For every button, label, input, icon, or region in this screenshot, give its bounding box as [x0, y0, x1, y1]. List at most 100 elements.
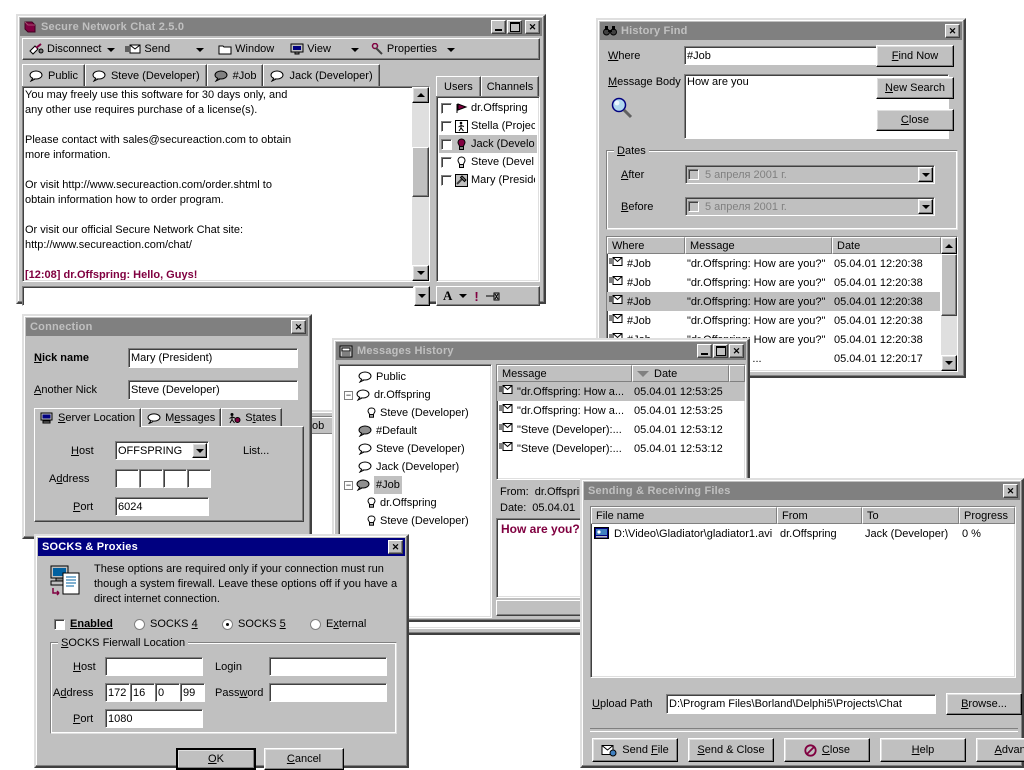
connection-tab-messages[interactable]: Messages — [141, 408, 222, 427]
user-checkbox[interactable] — [441, 138, 452, 150]
after-date-checkbox[interactable] — [688, 169, 699, 180]
table-row[interactable]: "dr.Offspring: How a... 05.04.01 12:53:2… — [497, 382, 745, 401]
results-scrollbar[interactable] — [941, 254, 957, 371]
grid-col-extra[interactable] — [729, 365, 745, 382]
history-find-window[interactable]: History Find ✕ Where #Job Message Body H… — [596, 18, 966, 378]
send-file-button[interactable]: Send File — [592, 738, 678, 762]
main-chat-window[interactable]: Secure Network Chat 2.5.0 ✕ Disconnect S… — [16, 14, 546, 306]
user-list-item[interactable]: Jack (Develo... — [439, 135, 537, 153]
chevron-down-icon[interactable] — [459, 294, 468, 298]
user-checkbox[interactable] — [441, 174, 452, 186]
side-tab-channels[interactable]: Channels — [480, 76, 540, 96]
connection-tab-states[interactable]: States — [221, 408, 283, 427]
results-col-date[interactable]: Date — [832, 237, 941, 254]
grid-col-message[interactable]: Message — [497, 365, 632, 382]
cancel-button[interactable]: Cancel — [264, 748, 344, 770]
results-scroll-up-button[interactable] — [941, 237, 957, 254]
toolbar-view[interactable]: View — [286, 43, 335, 55]
scroll-thumb[interactable] — [412, 147, 429, 197]
ok-button[interactable]: OK — [176, 748, 256, 770]
table-row[interactable]: #Job "dr.Offspring: How are you?" 05.04.… — [607, 311, 940, 330]
socks-address-octet-2[interactable]: 16 — [130, 683, 155, 702]
scroll-down-button[interactable] — [412, 265, 429, 281]
address-octet-1[interactable] — [115, 469, 139, 488]
side-tabs[interactable]: Users Channels — [436, 76, 540, 96]
toolbar-send[interactable]: Send — [121, 43, 174, 55]
toolbar-window[interactable]: Window — [214, 43, 278, 55]
files-col-from[interactable]: From — [777, 507, 862, 524]
port-input[interactable]: 6024 — [115, 497, 209, 516]
results-col-where[interactable]: Where — [607, 237, 685, 254]
before-date-checkbox[interactable] — [688, 201, 699, 212]
socks-address-octets[interactable]: 172 16 0 99 — [105, 683, 205, 702]
minimize-button[interactable] — [697, 344, 712, 358]
grid-col-date[interactable]: Date — [632, 365, 729, 382]
properties-dropdown-icon[interactable] — [447, 48, 456, 52]
results-col-message[interactable]: Message — [685, 237, 832, 254]
socks5-radio[interactable] — [222, 618, 233, 630]
minimize-button[interactable] — [491, 20, 506, 34]
external-radio[interactable] — [310, 618, 321, 630]
files-close-button[interactable]: ✕ — [1003, 484, 1018, 498]
socks-enabled-checkbox-row[interactable]: Enabled — [54, 618, 113, 630]
socks4-radio[interactable] — [134, 618, 145, 630]
help-button[interactable]: Help — [880, 738, 966, 762]
users-list[interactable]: dr.Offspring Stella (Project... Jack (De… — [436, 96, 540, 282]
socks4-radio-row[interactable]: SOCKS 4 — [134, 618, 198, 630]
chat-log-scrollbar[interactable] — [412, 87, 429, 281]
table-row[interactable]: #Job "dr.Offspring: How are you?" 05.04.… — [607, 292, 940, 311]
toolbar-disconnect[interactable]: Disconnect — [25, 42, 105, 56]
list-button[interactable]: List... — [243, 445, 269, 457]
files-col-to[interactable]: To — [862, 507, 959, 524]
chat-tab-job[interactable]: #Job — [206, 64, 264, 86]
tree-item[interactable]: #Default — [342, 422, 488, 440]
close-button[interactable]: ✕ — [525, 20, 540, 34]
table-row[interactable]: "Steve (Developer):... 05.04.01 12:53:12 — [497, 439, 745, 458]
message-input[interactable] — [22, 286, 414, 306]
socks5-radio-row[interactable]: SOCKS 5 — [222, 618, 286, 630]
user-list-item[interactable]: Stella (Project... — [439, 117, 537, 135]
address-octet-4[interactable] — [187, 469, 211, 488]
connection-tab-server-location[interactable]: Server Location — [34, 408, 142, 427]
address-octet-3[interactable] — [163, 469, 187, 488]
toolbar-properties[interactable]: Properties — [367, 42, 441, 55]
view-dropdown-icon[interactable] — [350, 48, 359, 52]
main-titlebar[interactable]: Secure Network Chat 2.5.0 ✕ — [20, 18, 542, 36]
user-checkbox[interactable] — [441, 102, 452, 114]
external-radio-row[interactable]: External — [310, 618, 366, 630]
host-dropdown[interactable] — [192, 443, 207, 458]
user-list-item[interactable]: dr.Offspring — [439, 99, 537, 117]
tree-expander-icon[interactable]: − — [344, 390, 353, 400]
send-and-close-button[interactable]: Send & Close — [688, 738, 774, 762]
after-date-input[interactable]: 5 апреля 2001 г. — [685, 165, 935, 184]
another-nick-input[interactable]: Steve (Developer) — [128, 380, 298, 400]
files-col-filename[interactable]: File name — [591, 507, 777, 524]
chat-log[interactable]: You may freely use this software for 30 … — [22, 86, 430, 282]
new-search-button[interactable]: New Search — [876, 77, 954, 99]
history-message-grid[interactable]: Message Date "dr.Offspring: How a... 05.… — [496, 364, 746, 480]
message-input-row[interactable] — [22, 286, 430, 306]
tree-item[interactable]: − dr.Offspring — [342, 386, 488, 404]
socks-address-octet-3[interactable]: 0 — [155, 683, 180, 702]
tree-item[interactable]: − #Job — [342, 476, 488, 494]
maximize-button[interactable] — [507, 20, 522, 34]
before-date-input[interactable]: 5 апреля 2001 г. — [685, 197, 935, 216]
address-octets[interactable] — [115, 469, 211, 488]
results-scroll-down-button[interactable] — [941, 355, 957, 371]
table-row[interactable]: D:\Video\Gladiator\gladiator1.avi dr.Off… — [591, 524, 1015, 544]
history-find-close-button[interactable]: ✕ — [945, 24, 960, 38]
maximize-button[interactable] — [713, 344, 728, 358]
priority-exclamation-icon[interactable]: ! — [474, 289, 478, 304]
chat-tab-steve[interactable]: Steve (Developer) — [84, 64, 207, 86]
connection-tabs[interactable]: Server Location Messages States — [34, 408, 304, 427]
user-list-item[interactable]: Steve (Devel... — [439, 153, 537, 171]
socks-password-input[interactable] — [269, 683, 387, 702]
close-button[interactable]: ✕ — [729, 344, 744, 358]
tree-item[interactable]: Jack (Developer) — [342, 458, 488, 476]
table-row[interactable]: #Job "dr.Offspring: How are you?" 05.04.… — [607, 273, 940, 292]
nick-name-input[interactable]: Mary (President) — [128, 348, 298, 368]
chat-tab-public[interactable]: Public — [22, 64, 85, 86]
format-toolbar[interactable]: A ! — [436, 286, 540, 306]
user-checkbox[interactable] — [441, 156, 452, 168]
close-button[interactable]: Close — [784, 738, 870, 762]
